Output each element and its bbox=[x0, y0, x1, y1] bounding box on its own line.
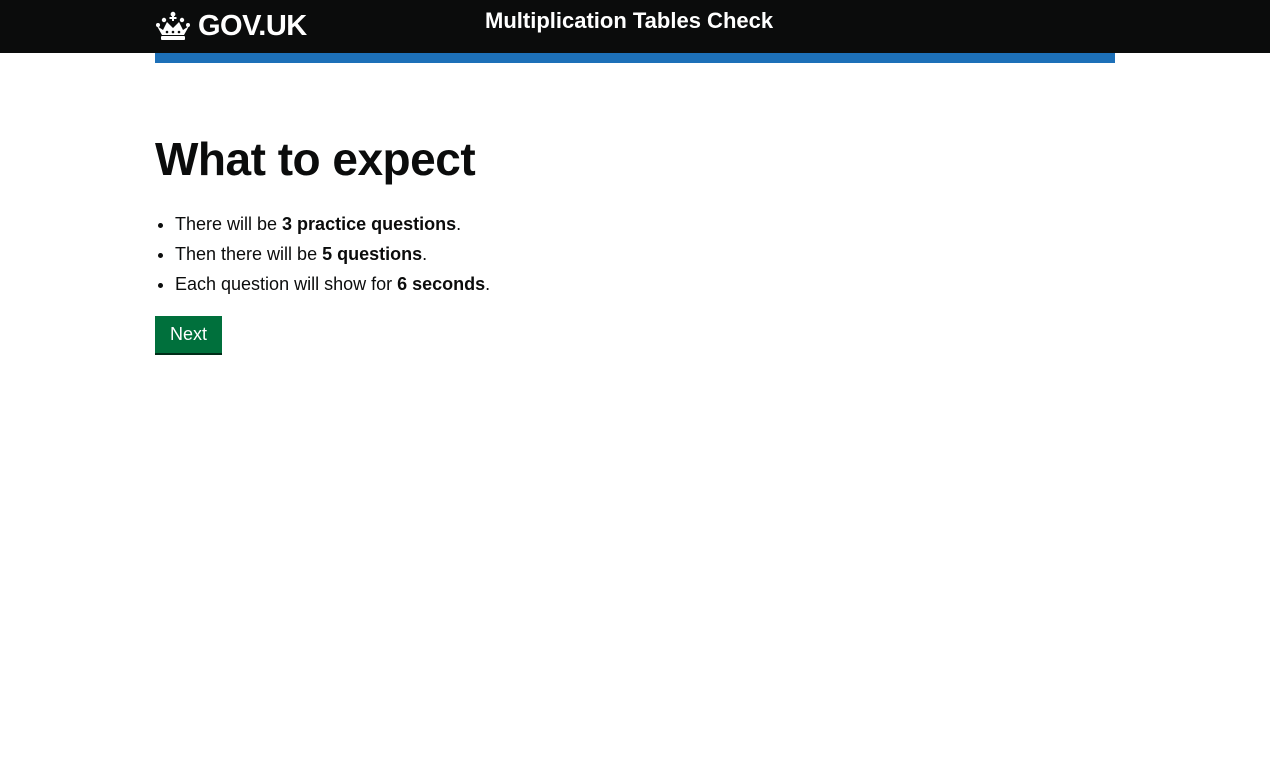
list-item-bold: 3 practice questions bbox=[282, 214, 457, 234]
list-item-text: Then there will be bbox=[175, 244, 323, 264]
govuk-logo-link[interactable]: GOV.UK bbox=[155, 10, 307, 42]
list-item-text: There will be bbox=[175, 214, 283, 234]
list-item: Then there will be 5 questions. bbox=[175, 239, 1115, 269]
list-item: There will be 3 practice questions. bbox=[175, 209, 1115, 239]
list-item-text: Each question will show for bbox=[175, 274, 398, 294]
list-item-bold: 6 seconds bbox=[397, 274, 486, 294]
main-content: What to expect There will be 3 practice … bbox=[155, 130, 1115, 353]
list-item-bold: 5 questions bbox=[322, 244, 423, 264]
logo-text: GOV.UK bbox=[198, 10, 307, 42]
list-item-suffix: . bbox=[422, 244, 428, 264]
list-item: Each question will show for 6 seconds. bbox=[175, 269, 1115, 299]
next-button[interactable]: Next bbox=[155, 316, 223, 353]
header-accent-bar bbox=[155, 53, 1115, 63]
site-header: GOV.UK Multiplication Tables Check bbox=[0, 0, 1270, 53]
list-item-suffix: . bbox=[485, 274, 491, 294]
list-item-suffix: . bbox=[456, 214, 462, 234]
crown-icon bbox=[155, 11, 191, 41]
page-title: What to expect bbox=[155, 133, 476, 185]
service-name-link[interactable]: Multiplication Tables Check bbox=[485, 6, 773, 36]
expectations-list: There will be 3 practice questions. Then… bbox=[155, 209, 1115, 299]
